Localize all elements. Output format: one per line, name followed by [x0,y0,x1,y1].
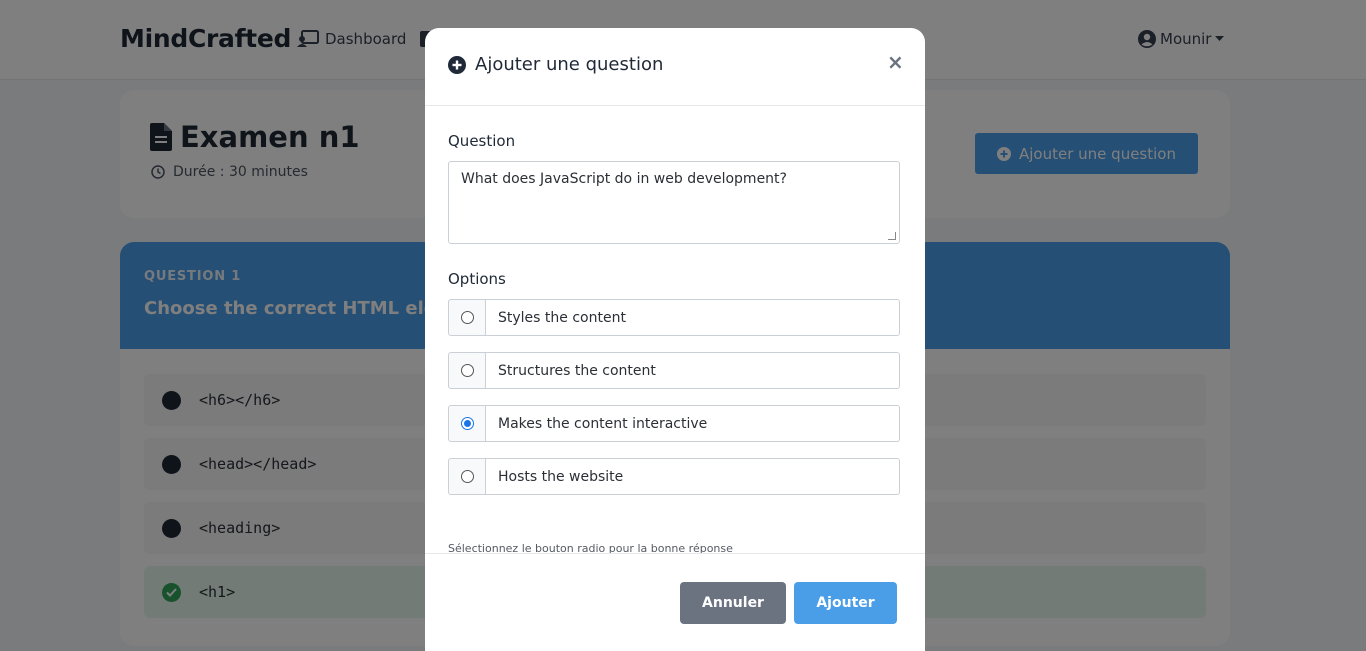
option-row: Hosts the website [448,458,900,495]
option-row: Makes the content interactive [448,405,900,442]
cancel-button[interactable]: Annuler [680,582,786,624]
option-input[interactable]: Styles the content [486,299,900,336]
option-input[interactable]: Makes the content interactive [486,405,900,442]
add-question-modal: Ajouter une question × Question What doe… [425,28,925,651]
resize-handle-icon[interactable] [888,232,896,240]
option-radio[interactable] [460,470,474,483]
modal-title: Ajouter une question [448,54,663,75]
options-label: Options [448,270,506,288]
option-radio-cell[interactable] [448,458,486,495]
modal-header: Ajouter une question × [425,28,925,106]
option-input[interactable]: Hosts the website [486,458,900,495]
submit-button[interactable]: Ajouter [794,582,897,624]
option-input-value: Hosts the website [498,468,624,485]
question-textarea-value: What does JavaScript do in web developme… [461,171,787,187]
option-radio-selected[interactable] [460,417,474,430]
plus-circle-icon [448,55,466,74]
option-row: Structures the content [448,352,900,389]
option-row: Styles the content [448,299,900,336]
option-input-value: Makes the content interactive [498,415,708,432]
question-label: Question [448,132,516,150]
close-icon[interactable]: × [887,52,904,72]
modal-title-text: Ajouter une question [475,54,664,75]
option-radio-cell[interactable] [448,299,486,336]
option-radio[interactable] [460,364,474,377]
option-radio-cell[interactable] [448,352,486,389]
option-radio-cell[interactable] [448,405,486,442]
option-radio[interactable] [460,311,474,324]
question-textarea[interactable]: What does JavaScript do in web developme… [448,161,900,244]
option-input[interactable]: Structures the content [486,352,900,389]
option-input-value: Styles the content [498,309,626,326]
option-input-value: Structures the content [498,362,656,379]
modal-footer-divider [425,553,925,554]
